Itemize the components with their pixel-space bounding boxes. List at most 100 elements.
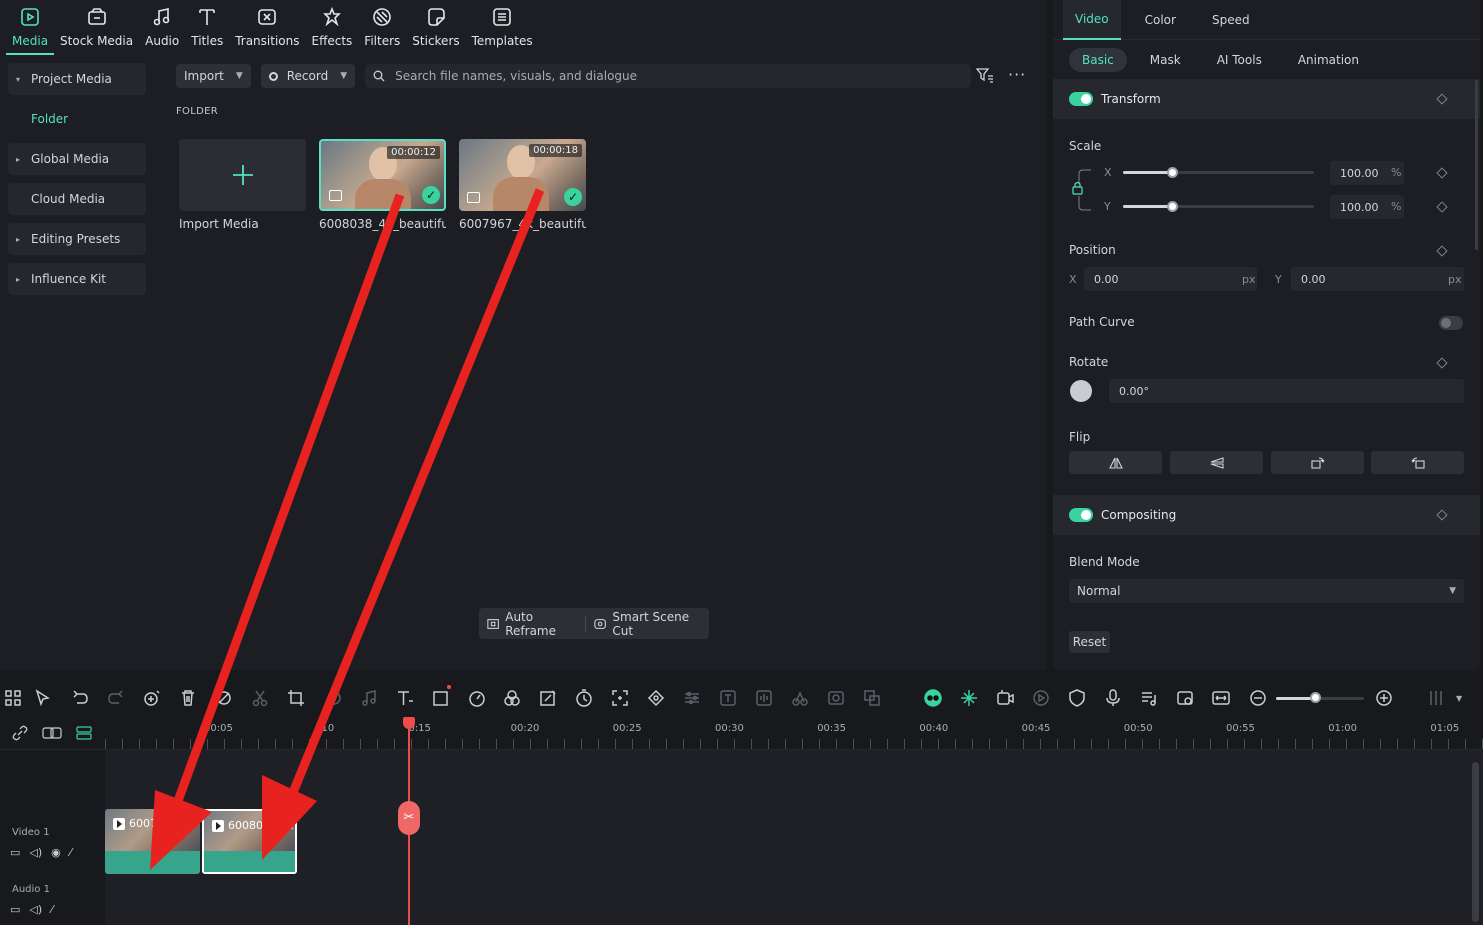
render-preview-button[interactable] [1032, 689, 1050, 707]
speaker-icon[interactable]: ◁) [29, 846, 42, 859]
transform-tool-button[interactable] [432, 685, 451, 707]
tab-templates[interactable]: Templates [466, 0, 539, 55]
media-thumbnail[interactable]: 00:00:12 ✓ [319, 139, 446, 211]
tab-transitions[interactable]: Transitions [229, 0, 305, 55]
timeline-clip[interactable]: 60079...4... [105, 809, 200, 874]
properties-scrollbar[interactable] [1475, 80, 1478, 250]
more-options-icon[interactable]: ··· [1008, 65, 1026, 84]
auto-reframe-button[interactable]: Auto Reframe [479, 610, 585, 638]
snapshot-button[interactable] [1176, 689, 1194, 707]
audio-tool-button[interactable] [360, 689, 378, 707]
timeline-ruler[interactable]: 00:05:10 0:15 00:20 00:25 00:30 00:35 00:40 00:… [0, 717, 1483, 750]
media-clip-card[interactable]: 00:00:18 ✓ 6007967_4k_beautiful_... [459, 139, 586, 231]
keyframe-diamond-icon[interactable] [1436, 245, 1448, 257]
layout-button[interactable] [4, 689, 22, 707]
sidebar-item-global-media[interactable]: ▸ Global Media [8, 143, 146, 175]
color-button[interactable] [503, 689, 521, 707]
text-tool-button[interactable] [396, 689, 414, 707]
undo-button[interactable] [71, 689, 89, 707]
rotate-right-button[interactable] [1271, 451, 1364, 474]
sidebar-item-editing-presets[interactable]: ▸ Editing Presets [8, 223, 146, 255]
path-curve-toggle[interactable] [1439, 316, 1463, 330]
tab-effects[interactable]: Effects [306, 0, 359, 55]
zoom-out-button[interactable] [1249, 689, 1267, 707]
tab-audio[interactable]: Audio [139, 0, 185, 55]
timeline-scrollbar[interactable] [1472, 762, 1479, 922]
translate-button[interactable] [863, 689, 881, 707]
tab-speed[interactable]: Speed [1200, 0, 1262, 40]
cut-button[interactable] [251, 689, 269, 707]
keyframe-diamond-icon[interactable] [1436, 509, 1448, 521]
motion-button[interactable] [791, 689, 809, 707]
subtab-ai-tools[interactable]: AI Tools [1204, 48, 1275, 72]
smart-scene-cut-button[interactable]: Smart Scene Cut [586, 610, 709, 638]
import-media-tile[interactable] [179, 139, 306, 211]
lock-icon[interactable] [1069, 168, 1093, 212]
ai-assistant-button[interactable] [924, 689, 942, 707]
speaker-icon[interactable]: ◁) [29, 903, 42, 916]
position-x-field[interactable]: 0.00 [1084, 267, 1257, 291]
rotate-left-button[interactable] [1371, 451, 1464, 474]
tab-titles[interactable]: Titles [185, 0, 229, 55]
link-icon[interactable] [12, 725, 28, 741]
folder-lock-icon[interactable]: ▭ [10, 903, 20, 916]
timeline-clip-selected[interactable]: 600803...k... [202, 809, 297, 874]
split-scissors-button[interactable]: ✂ [398, 801, 420, 835]
tab-media[interactable]: Media [6, 0, 55, 55]
blend-mode-select[interactable]: Normal ▼ [1069, 579, 1464, 603]
magic-wand-icon[interactable]: ⁄ [70, 846, 72, 859]
ai-text-button[interactable] [719, 689, 737, 707]
subtab-mask[interactable]: Mask [1137, 48, 1194, 72]
subtab-basic[interactable]: Basic [1069, 48, 1127, 72]
search-input[interactable] [395, 69, 956, 83]
ai-edit-button[interactable] [539, 689, 557, 707]
zoom-in-button[interactable] [1375, 689, 1393, 707]
tab-video[interactable]: Video [1063, 0, 1121, 40]
crop-button[interactable] [287, 689, 305, 707]
magic-wand-icon[interactable]: ⁄ [51, 903, 53, 916]
playhead-handle[interactable] [403, 717, 415, 729]
eye-icon[interactable]: ◉ [51, 846, 61, 859]
ai-audio-button[interactable] [143, 689, 161, 707]
import-media-card[interactable]: Import Media [179, 139, 306, 231]
rotate-dial[interactable] [1070, 380, 1092, 402]
redo-button[interactable] [107, 689, 125, 707]
sidebar-item-folder[interactable]: Folder [8, 103, 146, 135]
sidebar-item-cloud-media[interactable]: Cloud Media [8, 183, 146, 215]
chevron-down-icon[interactable]: ▼ [1456, 694, 1462, 703]
detach-audio-button[interactable] [215, 689, 233, 707]
tab-stock-media[interactable]: Stock Media [54, 0, 139, 55]
audio-mixer-button[interactable] [1140, 689, 1158, 707]
keyframe-diamond-icon[interactable] [1436, 201, 1448, 213]
filter-icon[interactable] [976, 67, 994, 83]
duration-button[interactable] [575, 689, 593, 707]
keyframe-diamond-icon[interactable] [1436, 357, 1448, 369]
delete-button[interactable] [179, 689, 197, 707]
keyframe-diamond-icon[interactable] [1436, 93, 1448, 105]
position-y-field[interactable]: 0.00 [1291, 267, 1464, 291]
adjust-button[interactable] [683, 689, 701, 707]
slider-knob[interactable] [1166, 167, 1178, 178]
reset-button[interactable]: Reset [1069, 631, 1110, 653]
keyframe-button[interactable] [647, 689, 665, 707]
compositing-toggle[interactable] [1069, 508, 1093, 522]
voiceover-button[interactable] [1104, 689, 1122, 707]
flip-vertical-button[interactable] [1170, 451, 1263, 474]
stabilize-button[interactable] [827, 689, 845, 707]
audio-wave-button[interactable] [755, 689, 773, 707]
speed-button[interactable] [468, 689, 486, 707]
group-icon[interactable] [42, 726, 62, 740]
transform-toggle[interactable] [1069, 92, 1093, 106]
sidebar-item-influence-kit[interactable]: ▸ Influence Kit [8, 263, 146, 295]
tab-stickers[interactable]: Stickers [406, 0, 465, 55]
media-clip-card[interactable]: 00:00:12 ✓ 6008038_4k_beautiful_... [319, 139, 446, 231]
ai-effects-button[interactable] [960, 689, 978, 707]
track-manager-icon[interactable] [76, 726, 92, 740]
folder-lock-icon[interactable]: ▭ [10, 846, 20, 859]
mask-button[interactable] [325, 689, 343, 707]
timeline-options-button[interactable] [1427, 689, 1445, 707]
fit-timeline-button[interactable] [1212, 689, 1230, 707]
rotate-field[interactable]: 0.00° [1109, 379, 1464, 403]
zoom-slider-knob[interactable] [1309, 692, 1321, 703]
subtab-animation[interactable]: Animation [1285, 48, 1372, 72]
